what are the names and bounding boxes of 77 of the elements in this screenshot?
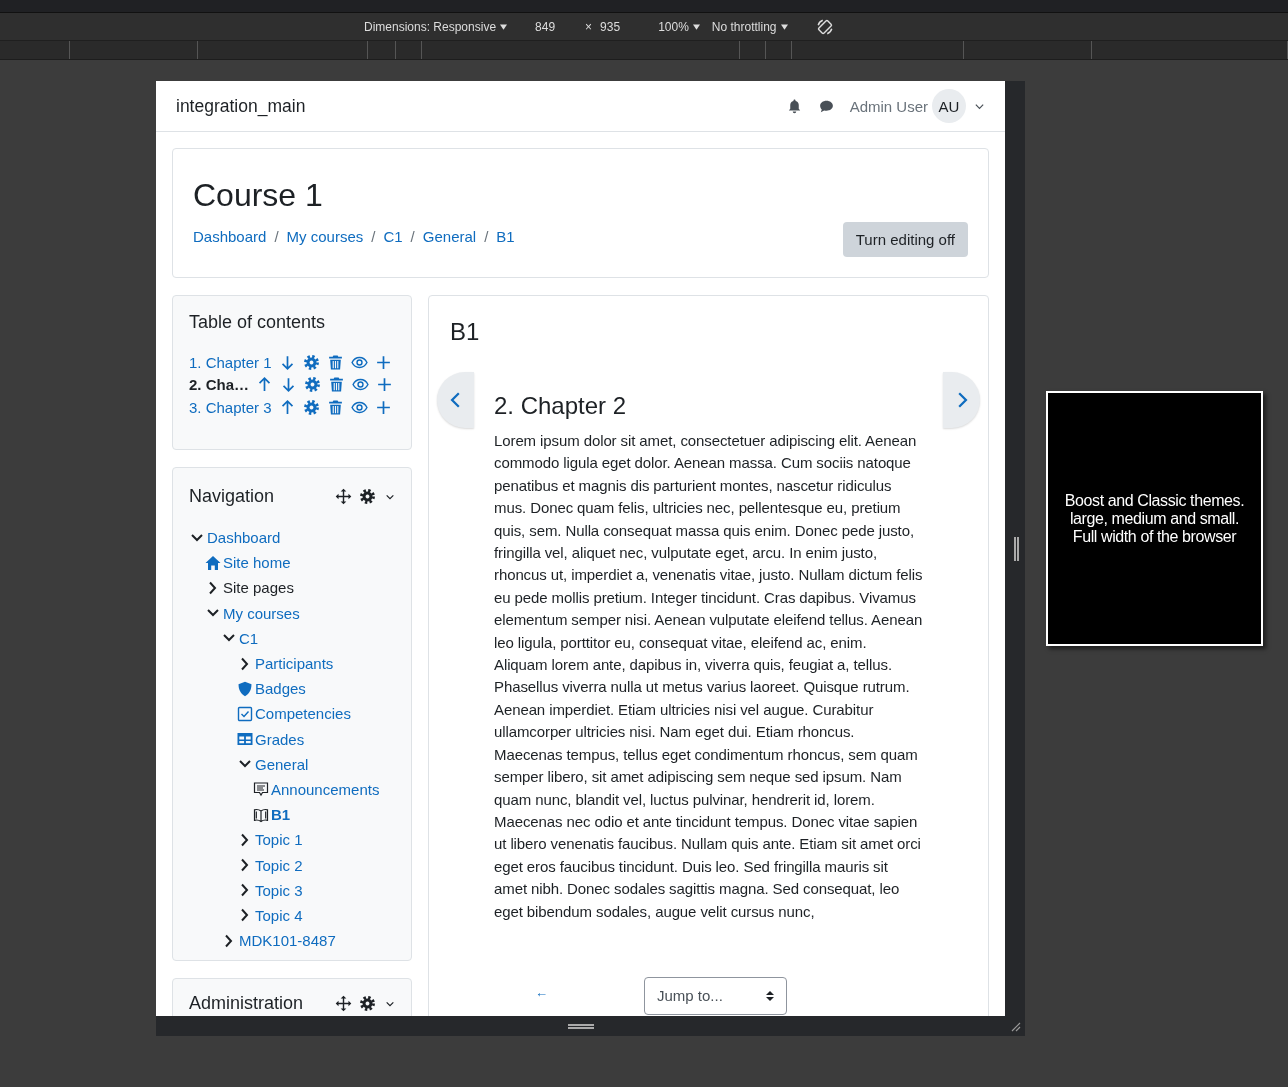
resize-handle[interactable] [1013, 536, 1019, 561]
dimensions-dropdown[interactable]: Dimensions: Responsive [364, 19, 497, 34]
caret-icon [780, 23, 788, 30]
times-sign: × [585, 19, 593, 34]
throttling-dropdown[interactable]: No throttling [711, 19, 777, 34]
plus-icon[interactable] [376, 376, 393, 394]
tree-item[interactable]: B1 [271, 806, 291, 824]
width-field[interactable]: 849 [535, 19, 556, 34]
block-title: Navigation [189, 486, 275, 507]
tree-item[interactable]: Topic 1 [255, 831, 303, 849]
breadcrumb-separator: / [484, 228, 489, 245]
book-icon [253, 806, 269, 823]
tree-item[interactable]: Grades [255, 730, 305, 748]
table-icon [237, 731, 253, 748]
chapter-link[interactable]: 1. Chapter 1 [189, 353, 272, 371]
rotate-icon[interactable] [815, 17, 834, 36]
breadcrumb-separator: / [410, 228, 415, 245]
trash-icon[interactable] [328, 376, 345, 394]
chapter-text: Lorem ipsum dolor sit amet, consectetuer adipiscing elit. Aenean commodo ligula eget dolor. Aenean massa. Cum sociis natoque penatibus et magnis dis parturient montes, nascetur ridiculus mus. Donec quam felis, ultricies nec, pellentesque eu, pretium quis, sem. Nulla consequat massa quis enim. Donec pede justo, fringilla vel, aliquet nec, vulputate eget, arcu. In enim justo, rhoncus ut, imperdiet a, venenatis vitae, justo. Nullam dictum felis eu pede mollis pretium. Integer tincidunt. Cras dapibus. Vivamus elementum semper nisi. Aenean vulputate eleifend tellus. Aenean leo ligula, porttitor eu, consequat vitae, eleifend ac, enim. Aliquam lorem ante, dapibus in, viverra quis, feugiat a, tellus. Phasellus viverra nulla ut metus varius laoreet. Quisque rutrum. Aenean imperdiet. Etiam ultricies nisi vel augue. Curabitur ullamcorper ultricies nisi. Nam eget dui. Etiam rhoncus. Maecenas tempus, tellus eget condimentum rhoncus, sem quam semper libero, sit amet adipiscing sem neque sed ipsum. Nam quam nunc, blandit vel, luctus pulvinar, hendrerit id, lorem. Maecenas nec odio et ante tincidunt tempus. Donec vitae sapien ut libero venenatis faucibus. Nullam quis ante. Etiam sit amet orci eget eros faucibus tincidunt. Duis leo. Sed fringilla mauris sit amet nibh. Donec sodales sagittis magna. Sed consequat, leo eget bibendum sodales, augue velit cursus nunc, [494, 431, 923, 922]
move-icon[interactable] [335, 488, 352, 505]
settings-icon[interactable] [359, 488, 376, 505]
tree-item[interactable]: Competencies [255, 705, 351, 723]
note-text: Boost and Classic themes. [1064, 491, 1245, 510]
breadcrumb-link[interactable]: B1 [496, 228, 515, 245]
previous-link[interactable]: ← [535, 984, 548, 1000]
note-text: Full width of the browser [1072, 527, 1237, 546]
book-title: B1 [450, 318, 481, 346]
trash-icon[interactable] [326, 353, 344, 371]
caret-icon [692, 23, 700, 30]
chapter-title: 2. Chapter 2 [494, 392, 628, 420]
home-icon [205, 554, 221, 571]
breadcrumb-separator: / [274, 228, 279, 245]
forum-icon [253, 781, 269, 798]
tree-item[interactable]: Site home [223, 554, 291, 572]
height-field[interactable]: 935 [600, 19, 621, 34]
tree-item[interactable]: Site pages [223, 579, 294, 597]
tree-item[interactable]: MDK101-8487 [239, 932, 336, 950]
trash-icon[interactable] [326, 398, 344, 416]
course-title: Course 1 [193, 177, 324, 214]
sort-arrows-icon [766, 989, 774, 1002]
zoom-dropdown[interactable]: 100% [658, 19, 689, 34]
resize-grip-icon[interactable] [1009, 1020, 1021, 1032]
resize-handle[interactable] [568, 1023, 594, 1029]
breadcrumb-link[interactable]: C1 [383, 228, 403, 245]
settings-icon[interactable] [359, 995, 376, 1012]
user-avatar[interactable]: AU [932, 89, 966, 123]
chapter-link[interactable]: 2. Cha… [189, 376, 249, 394]
tree-item[interactable]: Announcements [271, 780, 380, 798]
jump-to-select[interactable]: Jump to... [644, 976, 787, 1015]
tree-item[interactable]: Badges [255, 680, 306, 698]
tree-item[interactable]: Topic 4 [255, 906, 303, 924]
checkbox-icon [237, 705, 253, 722]
breadcrumb-separator: / [371, 228, 376, 245]
plus-icon[interactable] [374, 353, 392, 371]
turn-editing-off-button[interactable]: Turn editing off [842, 222, 968, 257]
tree-item[interactable]: Participants [255, 655, 334, 673]
move-icon[interactable] [335, 995, 352, 1012]
arrow-up-icon[interactable] [256, 376, 273, 394]
tree-item[interactable]: Topic 3 [255, 881, 303, 899]
plus-icon[interactable] [374, 398, 392, 416]
breadcrumb-link[interactable]: My courses [286, 228, 364, 245]
block-title: Administration [189, 993, 304, 1014]
caret-icon [500, 23, 508, 30]
tree-item[interactable]: Topic 2 [255, 856, 303, 874]
arrow-down-icon[interactable] [280, 376, 297, 394]
shield-icon [237, 680, 253, 697]
user-name[interactable]: Admin User [849, 97, 928, 115]
block-title: Table of contents [189, 312, 327, 333]
breadcrumb-link[interactable]: General [422, 228, 477, 245]
chapter-link[interactable]: 3. Chapter 3 [189, 398, 272, 416]
tree-item[interactable]: My courses [223, 604, 300, 622]
tree-item[interactable]: Dashboard [207, 529, 281, 547]
breadcrumb-link[interactable]: Dashboard [193, 228, 267, 245]
site-name[interactable]: integration_main [176, 95, 306, 117]
note-text: large, medium and small. [1069, 509, 1240, 528]
tree-item[interactable]: General [255, 755, 309, 773]
tree-item[interactable]: C1 [239, 629, 259, 647]
